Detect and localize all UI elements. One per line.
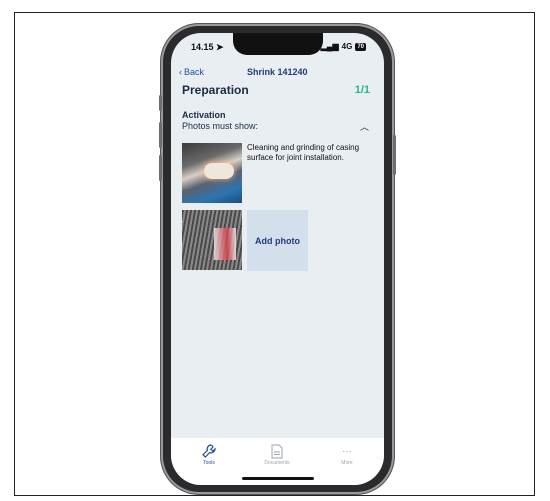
document-icon [247,442,307,460]
nav-title: Shrink 141240 [247,67,308,77]
home-indicator [242,477,314,480]
photo-requirement-text: Cleaning and grinding of casing surface … [247,143,360,162]
tab-tools[interactable]: Tools [179,442,239,466]
mute-switch [159,95,162,111]
volume-down-button [159,155,162,181]
status-right: ▂▄▆ 4G 70 [321,42,366,51]
back-label: Back [184,67,205,77]
tab-documents-label: Documents [264,460,290,466]
battery-icon: 70 [355,42,366,51]
tab-more[interactable]: ··· More [317,442,377,467]
back-button[interactable]: ‹ Back [179,67,204,77]
network-label: 4G [341,42,353,51]
wrench-icon [179,442,239,460]
chevron-left-icon: ‹ [179,67,182,77]
notch [233,33,323,55]
signal-icon: ▂▄▆ [320,42,339,51]
location-arrow-icon: ➤ [216,42,224,52]
status-time: 14.15 ➤ [191,42,224,53]
chevron-up-icon[interactable]: ︿ [360,120,369,133]
activation-subtitle: Photos must show: [182,121,259,131]
power-button [393,135,396,175]
phone-screen: 14.15 ➤ ▂▄▆ 4G 70 ‹ Back Shrink 141240 P… [171,33,384,485]
uploaded-photo[interactable] [182,210,242,270]
tab-more-label: More [341,460,353,466]
section-count: 1/1 [354,84,370,96]
example-photo-grinding[interactable] [182,143,242,203]
activation-title: Activation [182,110,226,120]
section-title: Preparation [182,83,249,97]
tab-documents[interactable]: Documents [247,442,307,466]
volume-up-button [159,122,162,148]
tab-tools-label: Tools [203,460,215,466]
nav-bar: ‹ Back Shrink 141240 [179,67,376,81]
more-icon: ··· [342,445,352,457]
status-time-text: 14.15 [191,42,214,52]
tab-bar: Tools Documents ··· More [171,438,384,485]
add-photo-button[interactable]: Add photo [247,210,308,271]
